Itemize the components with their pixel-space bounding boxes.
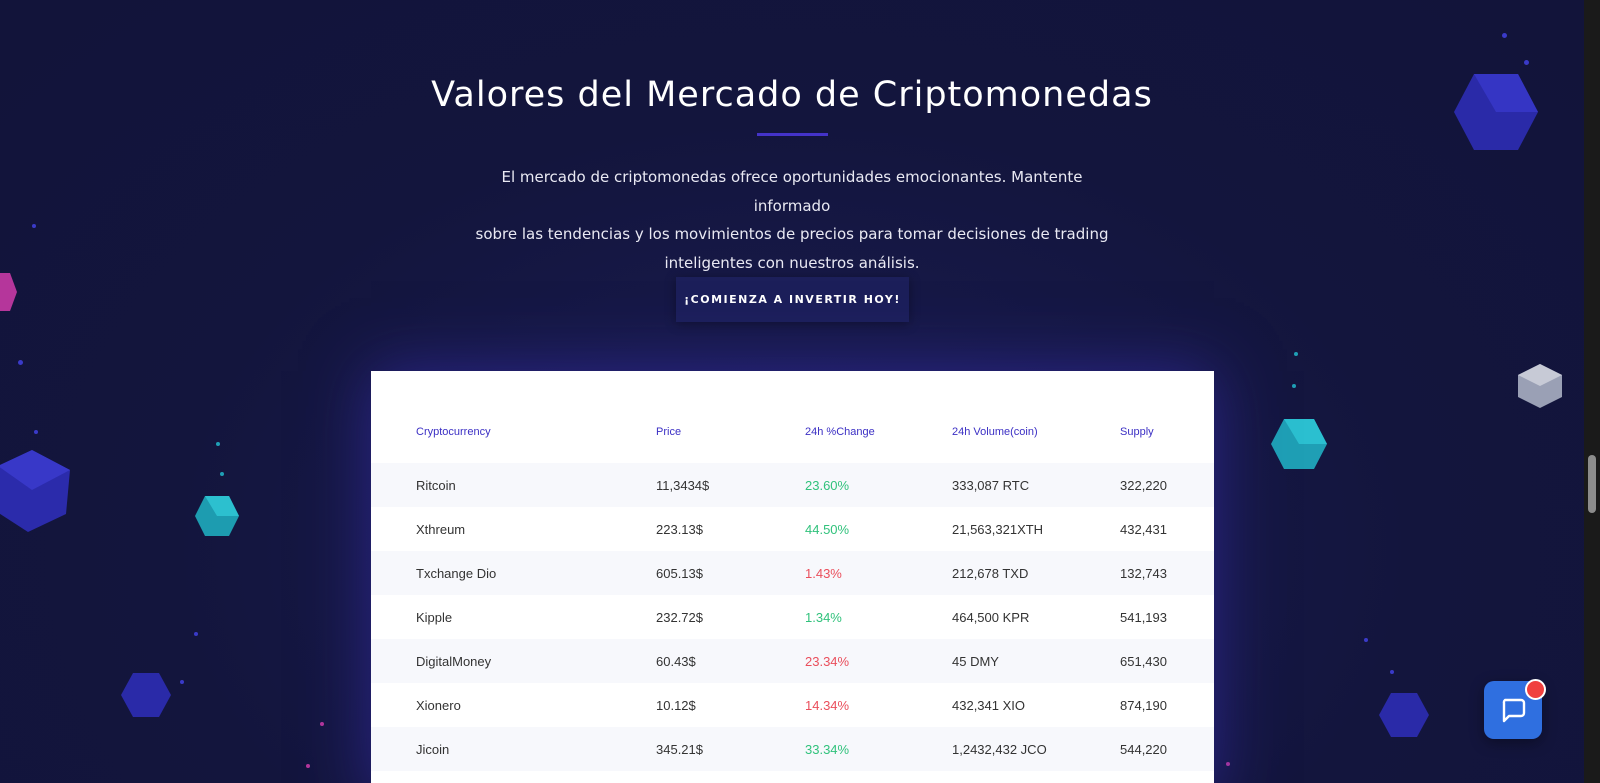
cell-supply: 132,743	[1120, 566, 1167, 581]
decorative-hexagon	[0, 450, 70, 532]
page: Valores del Mercado de Criptomonedas El …	[0, 0, 1584, 783]
cell-volume: 1,2432,432 JCO	[952, 742, 1047, 757]
cell-change: 1.34%	[805, 610, 842, 625]
description-line: sobre las tendencias y los movimientos d…	[475, 225, 1109, 243]
decorative-hexagon	[195, 496, 239, 536]
cell-supply: 322,220	[1120, 478, 1167, 493]
table-header-row: Cryptocurrency Price 24h %Change 24h Vol…	[371, 371, 1214, 463]
cell-name: DigitalMoney	[416, 654, 492, 669]
table-row[interactable]: Xthreum 223.13$ 44.50% 21,563,321XTH 432,431	[371, 507, 1214, 551]
decorative-dot	[32, 224, 36, 228]
column-header-change[interactable]: 24h %Change	[805, 426, 875, 438]
cell-change: 1.43%	[805, 566, 842, 581]
cell-volume: 432,341 XIO	[952, 698, 1025, 713]
cell-name: Txchange Dio	[416, 566, 497, 581]
column-header-cryptocurrency[interactable]: Cryptocurrency	[416, 426, 491, 438]
decorative-dot	[1294, 352, 1298, 356]
decorative-dot	[320, 722, 324, 726]
column-header-supply[interactable]: Supply	[1120, 426, 1154, 438]
cell-change: 14.34%	[805, 698, 850, 713]
table-row[interactable]: Txchange Dio 605.13$ 1.43% 212,678 TXD 132,7…	[371, 551, 1214, 595]
cell-price: 605.13$	[656, 566, 703, 581]
description-line: inteligentes con nuestros análisis.	[664, 253, 920, 272]
cell-change: 23.34%	[805, 654, 850, 669]
cell-change: 23.60%	[805, 478, 850, 493]
cell-volume: 212,678 TXD	[952, 566, 1029, 581]
cell-volume: 21,563,321XTH	[952, 522, 1044, 537]
decorative-dot	[1390, 670, 1394, 674]
page-scrollbar[interactable]	[1584, 0, 1600, 783]
cell-volume: 45 DMY	[952, 654, 999, 669]
cell-price: 60.43$	[656, 654, 696, 669]
title-divider	[757, 133, 828, 136]
cell-volume: 333,087 RTC	[952, 478, 1030, 493]
cell-price: 11,3434$	[656, 478, 710, 493]
table-row[interactable]: DigitalMoney 60.43$ 23.34% 45 DMY 651,430	[371, 639, 1214, 683]
description-line: El mercado de criptomonedas ofrece oport…	[501, 168, 1083, 215]
column-header-price[interactable]: Price	[656, 426, 681, 438]
cell-name: Xthreum	[416, 522, 466, 537]
decorative-dot	[1226, 762, 1230, 766]
section-description: El mercado de criptomonedas ofrece oport…	[472, 163, 1112, 277]
decorative-hexagon	[1379, 693, 1429, 737]
chat-bubble-icon	[1502, 698, 1526, 723]
decorative-hexagon	[121, 673, 171, 717]
cell-name: Ritcoin	[416, 478, 456, 493]
start-investing-button[interactable]: ¡COMIENZA A INVERTIR HOY!	[676, 277, 909, 322]
cell-volume: 464,500 KPR	[952, 610, 1030, 625]
cell-supply: 541,193	[1120, 610, 1167, 625]
decorative-hexagon	[0, 273, 17, 311]
decorative-dot	[1502, 33, 1507, 38]
cell-supply: 432,431	[1120, 522, 1167, 537]
cell-supply: 874,190	[1120, 698, 1167, 713]
decorative-dot	[194, 632, 198, 636]
cell-name: Jicoin	[416, 742, 450, 757]
cell-price: 345.21$	[656, 742, 703, 757]
crypto-market-table: Cryptocurrency Price 24h %Change 24h Vol…	[371, 371, 1214, 783]
column-header-volume[interactable]: 24h Volume(coin)	[952, 426, 1038, 438]
table-row[interactable]: Xionero 10.12$ 14.34% 432,341 XIO 874,190	[371, 683, 1214, 727]
cell-price: 10.12$	[656, 698, 696, 713]
cell-supply: 544,220	[1120, 742, 1167, 757]
table-row[interactable]: Ritcoin 11,3434$ 23.60% 333,087 RTC 322,220	[371, 463, 1214, 507]
decorative-hexagon	[1271, 419, 1327, 469]
chat-notification-badge	[1525, 679, 1546, 700]
cell-supply: 651,430	[1120, 654, 1167, 669]
decorative-dot	[1524, 60, 1529, 65]
section-title: Valores del Mercado de Criptomonedas	[431, 75, 1153, 116]
decorative-dot	[18, 360, 23, 365]
decorative-dot	[1292, 384, 1296, 388]
decorative-dot	[306, 764, 310, 768]
cell-change: 44.50%	[805, 522, 850, 537]
decorative-cube	[1518, 364, 1562, 408]
cell-name: Xionero	[416, 698, 461, 713]
cell-price: 232.72$	[656, 610, 703, 625]
scrollbar-thumb[interactable]	[1588, 455, 1596, 513]
cell-price: 223.13$	[656, 522, 703, 537]
table-row[interactable]: Jicoin 345.21$ 33.34% 1,2432,432 JCO 544,220	[371, 727, 1214, 771]
table-row[interactable]: Kipple 232.72$ 1.34% 464,500 KPR 541,193	[371, 595, 1214, 639]
cell-change: 33.34%	[805, 742, 850, 757]
cell-name: Kipple	[416, 610, 453, 625]
decorative-dot	[1364, 638, 1368, 642]
decorative-dot	[216, 442, 220, 446]
decorative-dot	[180, 680, 184, 684]
decorative-dot	[34, 430, 38, 434]
decorative-dot	[220, 472, 224, 476]
